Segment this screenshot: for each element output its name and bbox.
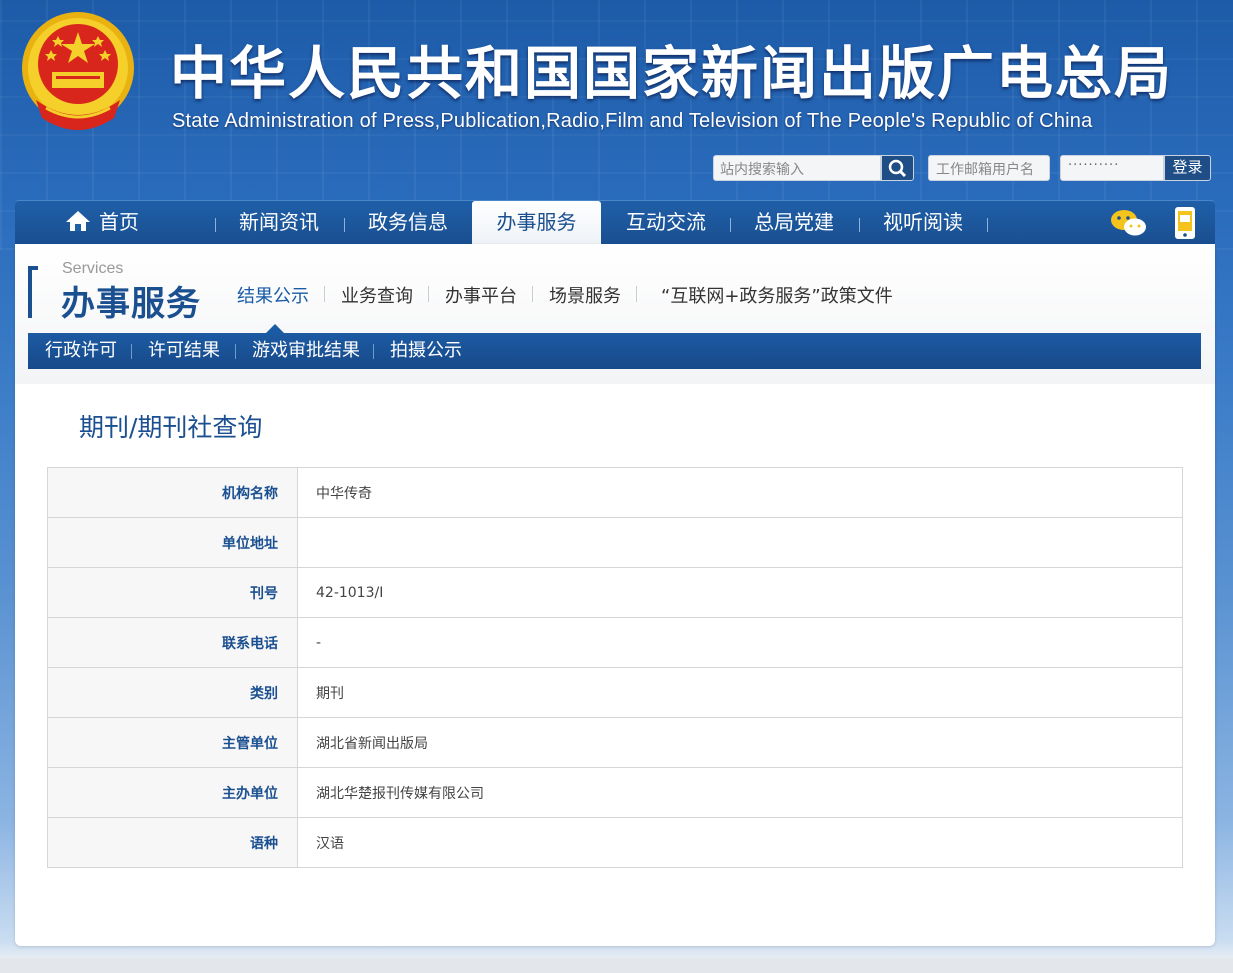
email-field[interactable]: 工作邮箱用户名 (928, 155, 1050, 181)
row-value: 42-1013/I (297, 567, 1183, 618)
subnav-item-results[interactable]: 结果公示 (237, 282, 309, 308)
row-value (297, 517, 1183, 568)
page-title: 期刊/期刊社查询 (79, 413, 263, 442)
subnav-divider (428, 286, 429, 302)
subnav-item-platform[interactable]: 办事平台 (445, 282, 517, 308)
nav-item-news[interactable]: 新闻资讯 (239, 201, 319, 244)
table-row: 联系电话 - (47, 617, 1183, 668)
search-button[interactable] (881, 155, 914, 181)
nav-divider (859, 218, 860, 232)
row-value: - (297, 617, 1183, 668)
search-input[interactable]: 站内搜索输入 (713, 155, 881, 181)
row-label: 主办单位 (47, 767, 298, 818)
table-row: 主办单位 湖北华楚报刊传媒有限公司 (47, 767, 1183, 818)
tertiary-item-game-approval[interactable]: 游戏审批结果 (252, 333, 360, 369)
national-emblem-icon (22, 12, 134, 130)
nav-item-services[interactable]: 办事服务 (472, 201, 601, 245)
row-label: 单位地址 (47, 517, 298, 568)
row-value: 湖北省新闻出版局 (297, 717, 1183, 768)
row-label: 联系电话 (47, 617, 298, 668)
subnav-divider (324, 286, 325, 302)
table-row: 刊号 42-1013/I (47, 567, 1183, 618)
tertiary-item-license[interactable]: 行政许可 (45, 333, 117, 369)
table-row: 语种 汉语 (47, 817, 1183, 868)
subnav-divider (636, 286, 637, 302)
subnav-divider (532, 286, 533, 302)
info-table: 机构名称 中华传奇 单位地址 刊号 42-1013/I 联系电话 - 类别 期刊… (47, 467, 1183, 868)
section-header: Services 办事服务 结果公示 业务查询 办事平台 场景服务 “互联网+政… (15, 244, 1215, 384)
section-title: 办事服务 (61, 284, 201, 324)
tertiary-divider (373, 344, 374, 359)
row-value: 湖北华楚报刊传媒有限公司 (297, 767, 1183, 818)
table-row: 单位地址 (47, 517, 1183, 568)
wechat-icon[interactable] (1109, 207, 1149, 239)
nav-item-party[interactable]: 总局党建 (754, 201, 834, 244)
tertiary-nav: 行政许可 许可结果 游戏审批结果 拍摄公示 (28, 333, 1201, 369)
section-bracket-icon (28, 266, 38, 318)
footer-strip (0, 958, 1233, 973)
row-label: 刊号 (47, 567, 298, 618)
tertiary-item-filming[interactable]: 拍摄公示 (390, 333, 462, 369)
home-icon (66, 211, 90, 231)
nav-divider (215, 218, 216, 232)
subnav-item-query[interactable]: 业务查询 (341, 282, 413, 308)
nav-item-government[interactable]: 政务信息 (368, 201, 448, 244)
table-row: 主管单位 湖北省新闻出版局 (47, 717, 1183, 768)
row-value: 汉语 (297, 817, 1183, 868)
nav-divider (344, 218, 345, 232)
active-indicator-arrow (266, 324, 284, 333)
login-button[interactable]: 登录 (1164, 155, 1211, 181)
search-icon (888, 159, 907, 178)
nav-item-media[interactable]: 视听阅读 (883, 201, 963, 244)
tertiary-item-license-results[interactable]: 许可结果 (148, 333, 220, 369)
main-nav: 首页 新闻资讯 政务信息 办事服务 互动交流 总局党建 视听阅读 (15, 200, 1215, 245)
site-subtitle: State Administration of Press,Publicatio… (172, 110, 1093, 132)
row-label: 类别 (47, 667, 298, 718)
nav-item-home[interactable]: 首页 (65, 201, 139, 244)
tertiary-divider (131, 344, 132, 359)
site-title: 中华人民共和国国家新闻出版广电总局 (170, 41, 1173, 107)
subnav-item-policy[interactable]: “互联网+政务服务”政策文件 (661, 282, 893, 308)
table-row: 类别 期刊 (47, 667, 1183, 718)
password-field[interactable]: ·········· (1060, 155, 1164, 181)
tertiary-divider (235, 344, 236, 359)
nav-divider (987, 218, 988, 232)
row-label: 机构名称 (47, 467, 298, 518)
row-value: 期刊 (297, 667, 1183, 718)
main-panel: Services 办事服务 结果公示 业务查询 办事平台 场景服务 “互联网+政… (15, 244, 1215, 946)
row-label: 语种 (47, 817, 298, 868)
table-row: 机构名称 中华传奇 (47, 467, 1183, 518)
nav-divider (730, 218, 731, 232)
row-value: 中华传奇 (297, 467, 1183, 518)
nav-label-home: 首页 (99, 210, 139, 234)
mobile-icon[interactable] (1172, 206, 1198, 240)
row-label: 主管单位 (47, 717, 298, 768)
subnav-item-scenario[interactable]: 场景服务 (549, 282, 621, 308)
nav-item-interaction[interactable]: 互动交流 (626, 201, 706, 244)
